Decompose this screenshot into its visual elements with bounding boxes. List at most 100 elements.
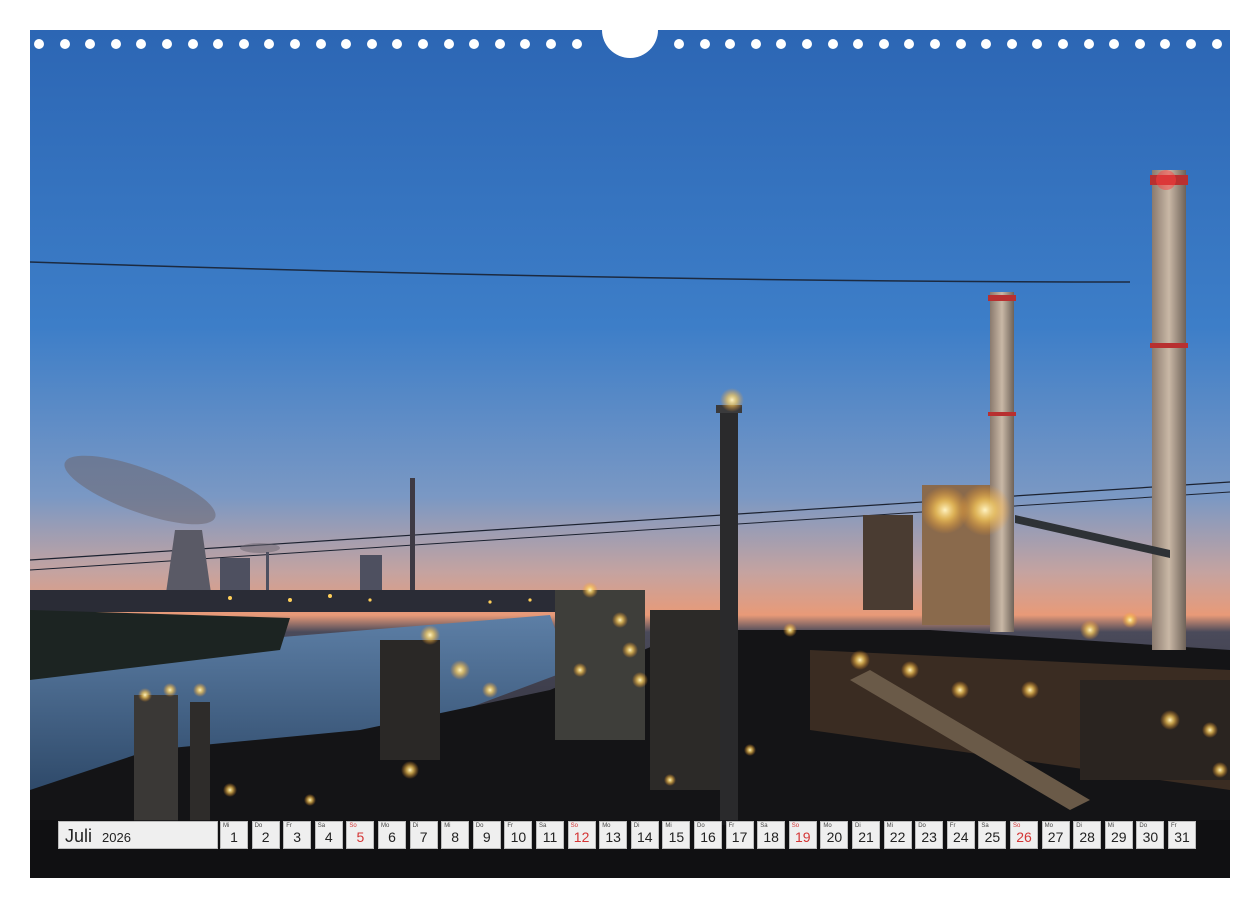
binding-hole (443, 39, 454, 49)
day-cell: Fr 31 (1168, 821, 1196, 849)
day-cell: Mi 1 (220, 821, 248, 849)
day-cell: Mo 27 (1041, 821, 1070, 849)
day-number: 17 (731, 829, 748, 845)
day-number: 1 (230, 829, 238, 845)
day-number: 12 (573, 829, 590, 845)
day-cell: Fr 17 (725, 821, 754, 849)
binding-hole (290, 39, 300, 49)
calendar-hanger-notch (602, 30, 658, 58)
day-number: 19 (795, 829, 811, 845)
day-number: 16 (700, 829, 716, 845)
day-number: 21 (858, 829, 874, 845)
binding-hole (162, 39, 172, 49)
binding-hole (1083, 39, 1094, 49)
day-cell: So 19 (788, 821, 817, 849)
day-cell: Mi 29 (1104, 821, 1133, 849)
binding-hole (34, 39, 44, 49)
binding-hole (827, 39, 838, 49)
day-number: 11 (542, 829, 558, 845)
binding-hole (1160, 39, 1171, 49)
day-cell: So 5 (346, 821, 375, 849)
month-name: Juli (65, 826, 93, 846)
binding-hole (85, 39, 96, 49)
day-number: 26 (1016, 829, 1032, 845)
day-number: 9 (482, 829, 491, 845)
binding-hole (571, 39, 582, 49)
calendar-photo (30, 30, 1230, 878)
day-number: 29 (1111, 829, 1127, 845)
day-number: 5 (356, 829, 365, 845)
day-cell: Di 7 (409, 821, 438, 849)
binding-hole (418, 39, 428, 49)
binding-hole (136, 39, 147, 49)
calendar-binding (30, 30, 1230, 58)
day-number: 8 (451, 829, 460, 845)
day-cell: Di 28 (1073, 821, 1102, 849)
day-cell: Fr 3 (283, 821, 312, 849)
day-number: 3 (293, 829, 302, 845)
binding-hole (853, 39, 864, 49)
day-number: 28 (1079, 829, 1095, 845)
day-number: 31 (1174, 829, 1190, 845)
day-cell: Do 23 (915, 821, 944, 849)
day-cell: Mi 8 (441, 821, 470, 849)
binding-hole (802, 39, 812, 49)
binding-hole (1109, 39, 1120, 49)
binding-hole (1058, 39, 1068, 49)
binding-hole (776, 39, 787, 49)
binding-hole (187, 39, 198, 49)
binding-hole (1211, 39, 1222, 49)
binding-hole (1186, 39, 1196, 49)
binding-hole (1006, 39, 1017, 49)
binding-hole (1032, 39, 1043, 49)
binding-hole (341, 39, 352, 49)
binding-hole (392, 39, 403, 49)
day-number: 25 (984, 829, 1001, 845)
day-cell: Sa 4 (314, 821, 343, 849)
day-cell: Di 14 (630, 821, 659, 849)
day-number: 2 (261, 829, 270, 845)
day-cell: Fr 24 (946, 821, 975, 849)
industrial-night-scene (30, 30, 1230, 878)
day-number: 13 (605, 829, 621, 845)
day-cell: Do 16 (694, 821, 722, 849)
day-cell: So 12 (567, 821, 596, 849)
day-number: 4 (324, 829, 333, 845)
day-cell: Sa 11 (536, 821, 564, 849)
binding-hole (878, 39, 889, 49)
binding-hole (750, 39, 761, 49)
binding-hole (264, 39, 275, 49)
day-cell: Fr 10 (504, 821, 533, 849)
day-cell: Mo 13 (599, 821, 628, 849)
binding-hole (494, 39, 505, 49)
day-number: 27 (1047, 829, 1064, 845)
binding-hole (699, 39, 710, 49)
day-number: 18 (763, 829, 779, 845)
day-cell: Do 2 (251, 821, 280, 849)
binding-hole (213, 39, 224, 49)
binding-hole (238, 39, 249, 49)
day-number: 15 (668, 829, 685, 845)
day-cell: Mo 6 (378, 821, 406, 849)
day-cell: Do 9 (472, 821, 501, 849)
binding-hole (1134, 39, 1145, 49)
binding-hole (315, 39, 326, 49)
binding-hole (674, 39, 684, 49)
binding-hole (904, 39, 915, 49)
binding-hole (520, 39, 531, 49)
day-cell: Di 21 (852, 821, 880, 849)
day-cell: Sa 25 (978, 821, 1007, 849)
day-number: 7 (419, 829, 428, 845)
day-cell: Mo 20 (820, 821, 849, 849)
day-number: 20 (826, 829, 843, 845)
year: 2026 (102, 830, 131, 845)
day-number: 22 (889, 829, 906, 845)
day-number: 14 (637, 829, 653, 845)
binding-hole (981, 39, 992, 49)
day-number: 30 (1142, 829, 1159, 845)
binding-hole (930, 39, 940, 49)
binding-hole (955, 39, 966, 49)
binding-hole (110, 39, 121, 49)
month-label-cell: Juli 2026 (58, 821, 218, 849)
day-cell: Sa 18 (757, 821, 786, 849)
